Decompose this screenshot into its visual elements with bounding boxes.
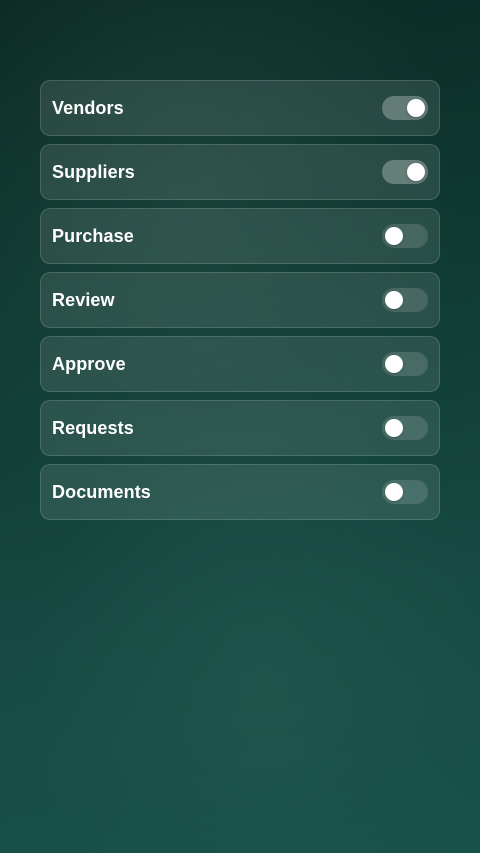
toggle-row-purchase[interactable]: Purchase xyxy=(40,208,440,264)
toggle-switch[interactable] xyxy=(382,288,428,312)
toggle-label: Documents xyxy=(52,481,151,502)
toggle-knob xyxy=(385,291,403,309)
toggle-row-requests[interactable]: Requests xyxy=(40,400,440,456)
toggle-list: Vendors Suppliers Purchase Review Approv xyxy=(40,80,440,520)
toggle-label: Approve xyxy=(52,353,126,374)
toggle-knob xyxy=(385,227,403,245)
toggle-switch[interactable] xyxy=(382,224,428,248)
toggle-knob xyxy=(407,163,425,181)
settings-screen: Vendors Suppliers Purchase Review Approv xyxy=(0,0,480,853)
toggle-label: Suppliers xyxy=(52,161,135,182)
toggle-switch[interactable] xyxy=(382,416,428,440)
toggle-label: Review xyxy=(52,289,115,310)
toggle-knob xyxy=(385,419,403,437)
toggle-switch[interactable] xyxy=(382,480,428,504)
toggle-switch[interactable] xyxy=(382,160,428,184)
toggle-row-approve[interactable]: Approve xyxy=(40,336,440,392)
toggle-knob xyxy=(385,355,403,373)
toggle-switch[interactable] xyxy=(382,96,428,120)
toggle-knob xyxy=(385,483,403,501)
toggle-label: Purchase xyxy=(52,225,134,246)
toggle-label: Requests xyxy=(52,417,134,438)
toggle-label: Vendors xyxy=(52,97,124,118)
toggle-row-vendors[interactable]: Vendors xyxy=(40,80,440,136)
toggle-row-suppliers[interactable]: Suppliers xyxy=(40,144,440,200)
toggle-knob xyxy=(407,99,425,117)
toggle-switch[interactable] xyxy=(382,352,428,376)
toggle-row-documents[interactable]: Documents xyxy=(40,464,440,520)
toggle-row-review[interactable]: Review xyxy=(40,272,440,328)
